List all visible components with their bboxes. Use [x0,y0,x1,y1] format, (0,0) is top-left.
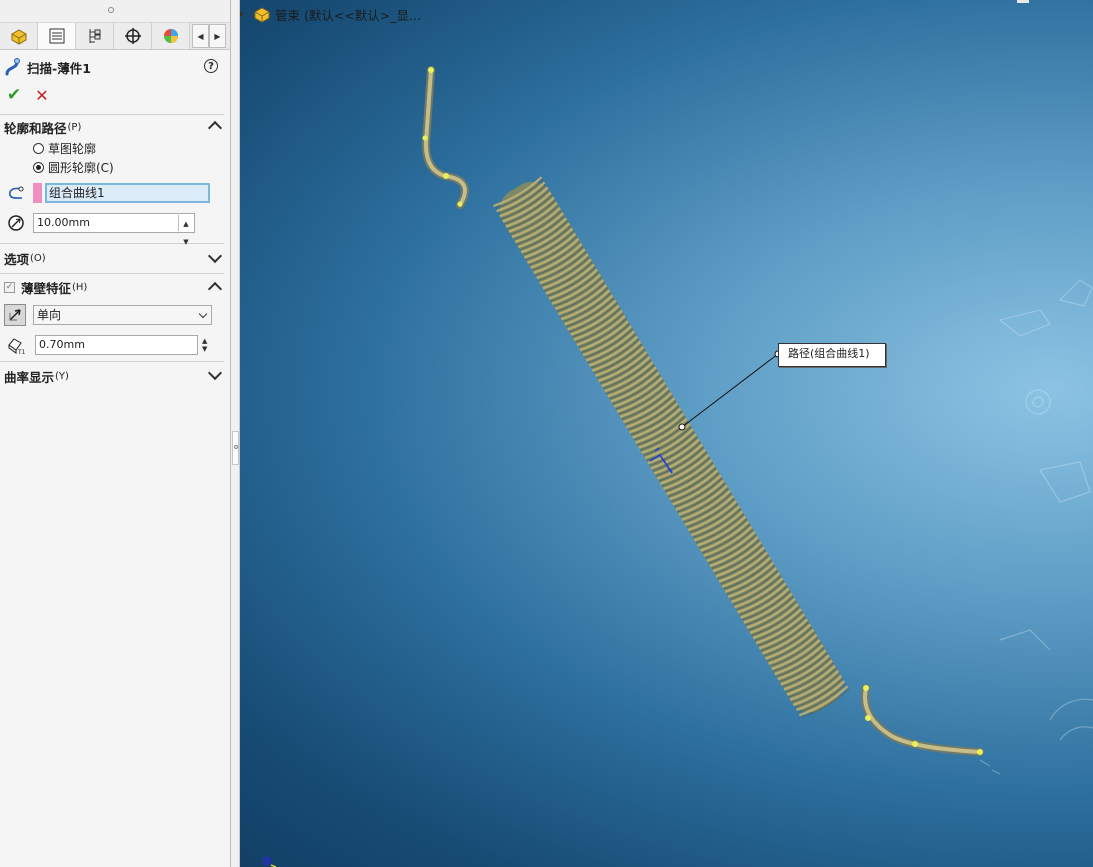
ok-cancel-row: ✔ ✕ [0,84,230,106]
featuremanager-flyout[interactable]: 管束 (默认<<默认>_显... [240,3,421,25]
thickness-input[interactable]: 0.70mm [35,335,198,355]
path-selection-row: 组合曲线1 [0,178,230,208]
propertymanager-tab[interactable] [38,23,76,49]
help-icon[interactable]: ? [204,59,218,73]
thickness-row: T1 0.70mm ▲ ▼ [0,329,230,361]
sweep-icon [5,58,20,76]
reverse-direction-icon[interactable] [4,304,26,326]
grip-icon[interactable] [108,7,114,13]
callout-anchor-point [678,423,686,431]
tab-scroll-left-button[interactable]: ◀ [192,24,209,48]
diameter-row: 10.00mm ▲ ▼ [0,208,230,246]
spring-bottom-hook [861,684,984,756]
collapse-panel-handle[interactable] [232,431,239,465]
diameter-spinner[interactable]: ▲ ▼ [178,215,193,246]
diameter-value: 10.00mm [37,216,90,229]
dimxpert-icon [124,28,141,44]
path-callout[interactable]: 路径(组合曲线1) [778,343,886,367]
radio-button[interactable] [33,143,44,154]
thin-direction-row: 单向 [0,301,230,329]
profile-path-header-key: (P) [67,121,82,133]
radio-button-selected[interactable] [33,162,44,173]
diameter-input[interactable]: 10.00mm ▲ ▼ [33,213,195,246]
spring-model[interactable] [240,0,1093,867]
radio-sketch-profile-label: 草图轮廓 [48,142,97,156]
dimxpert-tab[interactable] [114,23,152,49]
thin-direction-value: 单向 [37,308,62,322]
configurationmanager-icon [89,29,100,43]
display-manager-tab[interactable] [152,23,190,49]
configurationmanager-tab[interactable] [76,23,114,49]
flyout-part-name: 管束 (默认<<默认>_显... [275,7,421,23]
path-selection-box[interactable]: 组合曲线1 [45,183,210,203]
part-icon [254,7,270,23]
expand-chevron-icon[interactable] [207,248,223,264]
curvature-header-label: 曲率显示 [4,369,55,385]
svg-text:T1: T1 [17,349,26,355]
panel-top-bar [0,0,230,23]
cancel-button[interactable]: ✕ [30,86,54,105]
diameter-icon [4,212,28,234]
ok-button[interactable]: ✔ [2,85,26,105]
chevron-down-icon [198,309,208,319]
path-color-swatch [33,183,42,203]
thickness-icon: T1 [4,334,28,356]
profile-path-header-label: 轮廓和路径 [4,120,67,136]
thin-feature-header-label: 薄壁特征 [21,281,72,296]
collapse-chevron-icon[interactable] [207,281,223,297]
profile-path-header[interactable]: 轮廓和路径 (P) [0,115,230,139]
expand-chevron-icon[interactable] [207,365,223,381]
spring-top-hook [421,66,469,209]
feature-title: 扫描-薄件1 [27,60,91,76]
flyout-expand-icon[interactable] [240,11,244,17]
featuremanager-tab[interactable] [0,23,38,49]
options-header[interactable]: 选项 (O) [0,244,230,273]
radio-circular-profile-label: 圆形轮廓(C) [48,161,114,175]
tab-scroll-right-button[interactable]: ▶ [209,24,226,48]
thin-direction-select[interactable]: 单向 [33,305,212,325]
tab-scroll: ◀ ▶ [192,23,226,49]
thickness-spinner[interactable]: ▲ ▼ [202,337,207,353]
property-manager-panel: ◀ ▶ 扫描-薄件1 ? ✔ ✕ 轮廓和路径 (P) 草图轮廓 圆形轮廓(C) 组… [0,0,231,867]
propertymanager-icon [49,28,64,44]
feature-title-row: 扫描-薄件1 ? [0,50,230,84]
appearance-icon [163,29,178,43]
thin-feature-header-key: (H) [72,282,88,293]
reference-triad-icon [263,857,276,867]
radio-sketch-profile[interactable]: 草图轮廓 [0,139,230,158]
collapse-chevron-icon[interactable] [207,120,223,136]
radio-circular-profile[interactable]: 圆形轮廓(C) [0,158,230,177]
panel-splitter[interactable] [231,0,240,867]
curvature-display-header[interactable]: 曲率显示 (Y) [0,362,230,390]
featuremanager-icon [11,29,26,45]
thin-feature-header[interactable]: ✓ 薄壁特征 (H) [0,274,230,301]
options-header-key: (O) [30,253,46,264]
curvature-header-key: (Y) [55,370,69,382]
graphics-viewport[interactable]: 管束 (默认<<默认>_显... 路径(组合曲线1) [240,0,1093,867]
manager-tabs: ◀ ▶ [0,23,230,50]
options-header-label: 选项 [4,252,30,267]
background-watermark [979,279,1093,775]
spring-coils [493,176,850,719]
callout-leader-line [681,353,779,428]
path-icon [4,182,28,204]
thin-feature-checkbox[interactable]: ✓ [4,282,15,293]
